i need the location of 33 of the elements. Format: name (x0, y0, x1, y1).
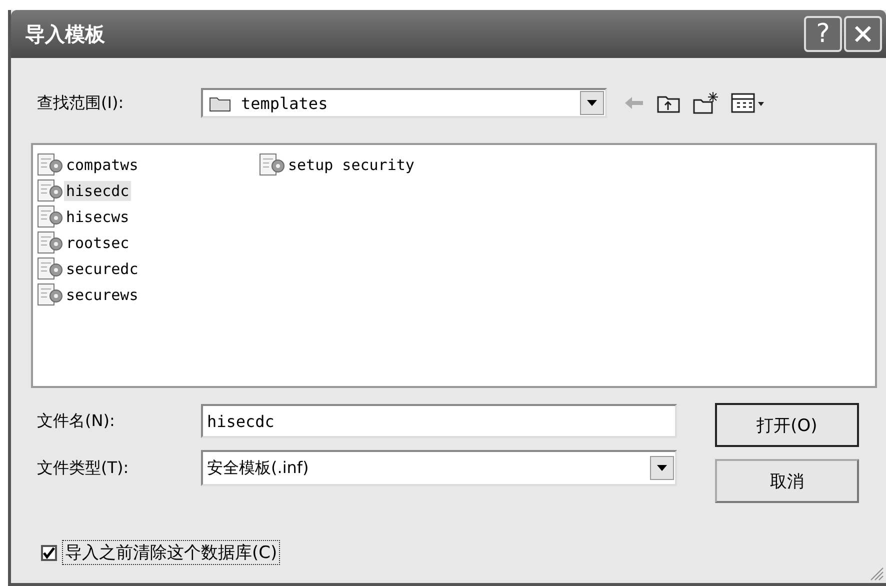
resize-grip-icon[interactable] (870, 567, 884, 581)
help-button[interactable]: ? (804, 16, 842, 52)
window-title: 导入模板 (25, 20, 105, 48)
look-in-label: 查找范围(I): (36, 92, 125, 114)
file-name[interactable]: securews (64, 285, 140, 305)
document-gear-icon (258, 152, 286, 178)
document-gear-icon (36, 230, 64, 256)
checkbox-label[interactable]: 导入之前清除这个数据库(C) (63, 541, 280, 564)
document-gear-icon (36, 204, 64, 230)
open-button[interactable]: 打开(O) (715, 403, 859, 447)
checkbox[interactable] (41, 544, 57, 560)
file-name[interactable]: compatws (64, 155, 140, 175)
file-type-label: 文件类型(T): (36, 458, 130, 478)
close-icon (853, 24, 873, 44)
file-name[interactable]: securedc (64, 259, 140, 279)
document-gear-icon (36, 282, 64, 308)
dropdown-arrow-icon (657, 465, 667, 471)
new-folder-icon[interactable] (693, 91, 719, 115)
document-gear-icon (36, 178, 64, 204)
file-name[interactable]: setup security (286, 155, 416, 175)
document-gear-icon (36, 152, 64, 178)
file-name[interactable]: hisecws (64, 207, 132, 227)
file-name[interactable]: rootsec (64, 233, 132, 253)
dropdown-arrow-icon (587, 100, 597, 106)
view-menu-icon[interactable] (731, 92, 765, 114)
file-name-field[interactable]: hisecdc (201, 404, 677, 438)
close-button[interactable] (844, 16, 882, 52)
file-type-dropdown[interactable]: 安全模板(.inf) (201, 450, 677, 486)
file-name-label: 文件名(N): (36, 410, 116, 432)
file-name[interactable]: hisecdc (64, 181, 132, 201)
cancel-button[interactable]: 取消 (715, 459, 859, 503)
look-in-dropdown[interactable]: templates (201, 88, 607, 118)
document-gear-icon (36, 256, 64, 282)
